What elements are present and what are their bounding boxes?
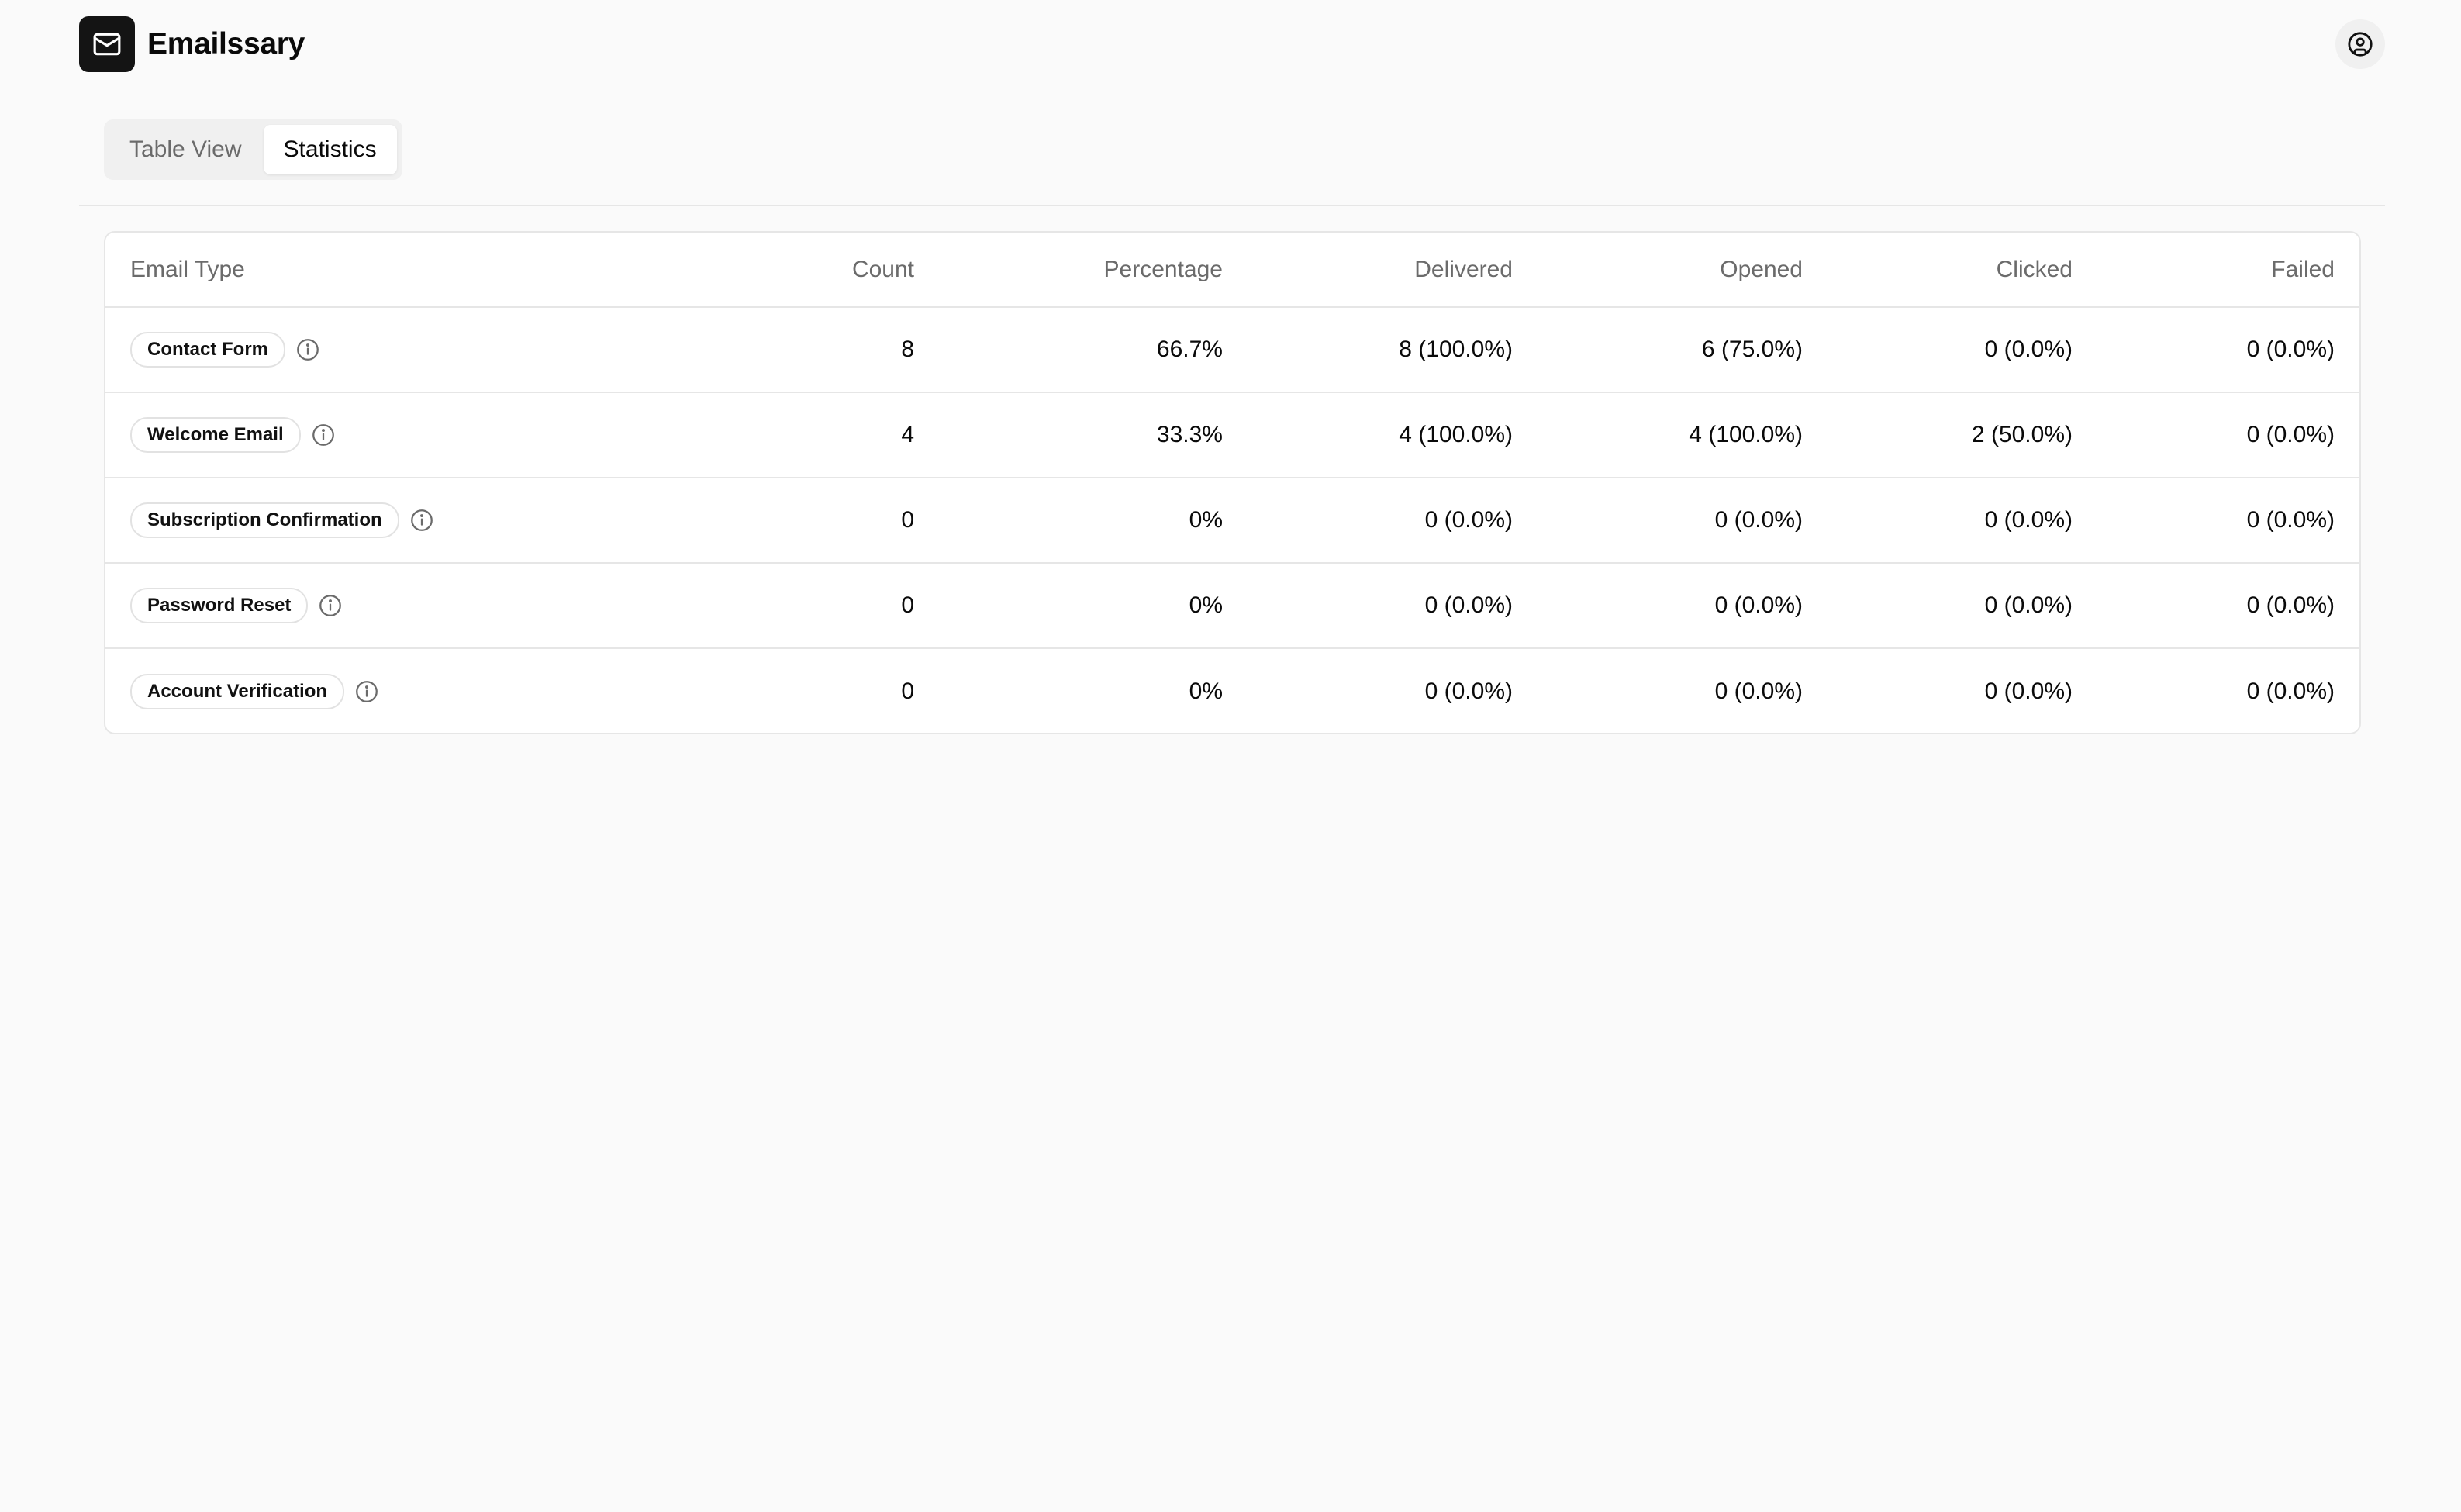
cell-delivered: 0 (0.0%) bbox=[1248, 478, 1538, 564]
cell-opened: 6 (75.0%) bbox=[1538, 307, 1828, 393]
view-tabs: Table View Statistics bbox=[104, 119, 402, 180]
cell-count: 0 bbox=[710, 563, 939, 649]
cell-percentage: 66.7% bbox=[939, 307, 1248, 393]
info-icon bbox=[410, 509, 433, 531]
cell-clicked: 0 (0.0%) bbox=[1828, 563, 2097, 649]
app-header: Emailssary bbox=[79, 16, 2385, 72]
email-type-badge: Welcome Email bbox=[130, 417, 301, 453]
column-header-delivered: Delivered bbox=[1248, 233, 1538, 308]
cell-opened: 4 (100.0%) bbox=[1538, 392, 1828, 478]
info-button[interactable] bbox=[295, 337, 321, 363]
cell-failed: 0 (0.0%) bbox=[2097, 392, 2359, 478]
cell-clicked: 0 (0.0%) bbox=[1828, 478, 2097, 564]
info-icon bbox=[356, 680, 378, 702]
app-logo bbox=[79, 16, 135, 72]
divider bbox=[79, 205, 2385, 206]
cell-delivered: 0 (0.0%) bbox=[1248, 563, 1538, 649]
email-type-badge: Account Verification bbox=[130, 673, 345, 709]
column-header-failed: Failed bbox=[2097, 233, 2359, 308]
statistics-table: Email Type Count Percentage Delivered Op… bbox=[104, 231, 2361, 734]
table-row: Subscription Confirmation 0 0% 0 (0.0%) 0 (0… bbox=[105, 478, 2359, 564]
cell-delivered: 4 (100.0%) bbox=[1248, 392, 1538, 478]
table-row: Contact Form 8 66.7% 8 (100.0%) 6 (75.0%) 0 (… bbox=[105, 307, 2359, 393]
cell-failed: 0 (0.0%) bbox=[2246, 678, 2335, 704]
email-type-cell: Account Verification bbox=[130, 673, 685, 709]
cell-email-type: Account Verification bbox=[105, 648, 710, 733]
brand: Emailssary bbox=[79, 16, 305, 72]
cell-opened: 0 (0.0%) bbox=[1714, 678, 1803, 704]
info-button[interactable] bbox=[354, 678, 380, 705]
cell-count: 8 bbox=[710, 307, 939, 393]
email-type-cell: Subscription Confirmation bbox=[130, 502, 685, 538]
tab-table-view[interactable]: Table View bbox=[109, 125, 262, 174]
user-circle-icon bbox=[2348, 32, 2373, 57]
cell-email-type: Password Reset bbox=[105, 563, 710, 649]
cell-delivered: 8 (100.0%) bbox=[1248, 307, 1538, 393]
cell-percentage: 0% bbox=[939, 478, 1248, 564]
cell-percentage: 0% bbox=[1189, 678, 1223, 704]
info-button[interactable] bbox=[310, 422, 337, 448]
info-icon bbox=[319, 595, 342, 616]
column-header-percentage: Percentage bbox=[939, 233, 1248, 308]
cell-delivered: 0 (0.0%) bbox=[1424, 678, 1513, 704]
table-row: Account Verification 0 0% 0 (0.0%) 0 (0.0%) 0… bbox=[105, 648, 2359, 733]
cell-email-type: Contact Form bbox=[105, 307, 710, 393]
email-type-badge: Password Reset bbox=[130, 588, 309, 623]
cell-percentage: 0% bbox=[939, 563, 1248, 649]
cell-clicked: 0 (0.0%) bbox=[1828, 307, 2097, 393]
mail-icon bbox=[93, 33, 121, 56]
cell-clicked: 0 (0.0%) bbox=[1984, 678, 2073, 704]
email-type-cell: Contact Form bbox=[130, 332, 685, 368]
cell-opened: 0 (0.0%) bbox=[1538, 563, 1828, 649]
email-type-badge: Subscription Confirmation bbox=[130, 502, 399, 538]
column-header-email-type: Email Type bbox=[105, 233, 710, 308]
cell-count: 0 bbox=[710, 478, 939, 564]
column-header-opened: Opened bbox=[1538, 233, 1828, 308]
info-icon bbox=[297, 339, 319, 361]
cell-count: 0 bbox=[901, 678, 914, 704]
table-row: Password Reset 0 0% 0 (0.0%) 0 (0.0%) 0 (0.0%… bbox=[105, 563, 2359, 649]
tab-statistics[interactable]: Statistics bbox=[263, 125, 397, 174]
table-header-row: Email Type Count Percentage Delivered Op… bbox=[105, 233, 2359, 308]
info-icon bbox=[312, 424, 334, 446]
email-type-badge: Contact Form bbox=[130, 332, 285, 368]
info-button[interactable] bbox=[317, 592, 343, 619]
cell-email-type: Welcome Email bbox=[105, 392, 710, 478]
info-button[interactable] bbox=[409, 507, 435, 533]
email-type-cell: Welcome Email bbox=[130, 417, 685, 453]
email-type-cell: Password Reset bbox=[130, 588, 685, 623]
account-button[interactable] bbox=[2335, 19, 2385, 69]
cell-clicked: 2 (50.0%) bbox=[1828, 392, 2097, 478]
cell-failed: 0 (0.0%) bbox=[2097, 307, 2359, 393]
column-header-clicked: Clicked bbox=[1828, 233, 2097, 308]
cell-failed: 0 (0.0%) bbox=[2097, 478, 2359, 564]
column-header-count: Count bbox=[710, 233, 939, 308]
app-title: Emailssary bbox=[147, 27, 305, 60]
cell-count: 4 bbox=[710, 392, 939, 478]
cell-opened: 0 (0.0%) bbox=[1538, 478, 1828, 564]
table-row: Welcome Email 4 33.3% 4 (100.0%) 4 (100.0%) 2… bbox=[105, 392, 2359, 478]
cell-email-type: Subscription Confirmation bbox=[105, 478, 710, 564]
cell-percentage: 33.3% bbox=[939, 392, 1248, 478]
cell-failed: 0 (0.0%) bbox=[2097, 563, 2359, 649]
